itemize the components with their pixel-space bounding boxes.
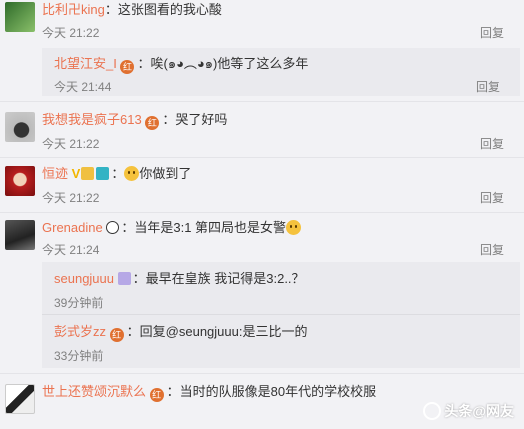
verified-v-icon: V [71,166,81,181]
divider [42,314,520,315]
colon: ： [111,166,125,181]
avatar[interactable] [5,2,35,32]
colon: ： [132,271,146,286]
reply-button[interactable]: 回复 [480,189,504,206]
watermark: 头条@网友 [423,401,514,421]
username-link[interactable]: 恒迹 [42,166,68,181]
colon: ： [121,220,135,235]
camera-icon [96,167,110,180]
comment-1: 比利卍king：这张图看的我心酸 今天 21:22 回复 [0,0,524,48]
badge-icon: 红 [149,388,164,402]
reply-button[interactable]: 回复 [480,24,504,41]
badge-icon: 红 [145,116,160,130]
subreply-text: 回复@seungjuuu:是三比一的 [139,324,308,339]
divider [0,373,524,374]
divider [0,212,524,213]
comment-4: Grenadine ：当年是3:1 第四局也是女警 今天 21:24 回复 [0,214,524,262]
comment-text: 当时的队服像是80年代的学校校服 [179,384,377,399]
subreply-box-1: 北望江安_I 红：唉(๑◕︵◕๑)他等了这么多年 今天 21:44 回复 [42,48,520,96]
member-icon [117,272,131,285]
username-link[interactable]: 世上还赞颂沉默么 [42,384,146,399]
timestamp: 39分钟前 [54,296,104,310]
badge-icon: 红 [120,60,135,74]
comment-line: 我想我是疯子613 红：哭了好吗 [42,112,227,130]
panda-icon [106,221,120,234]
comment-3: 恒迹 V ： 你做到了 今天 21:22 回复 [0,160,524,212]
timestamp: 今天 21:24 [42,243,100,257]
comment-text: 这张图看的我心酸 [117,2,222,17]
colon: ： [162,112,176,127]
colon: ： [104,2,118,17]
comment-text: 当年是3:1 第四局也是女警 [134,220,287,235]
subreply-text: 唉(๑◕︵◕๑)他等了这么多年 [150,56,309,71]
username-link[interactable]: Grenadine [42,220,103,235]
crying-emoji-icon [124,166,140,181]
subreply-line: seungjuuu ：最早在皇族 我记得是3:2..？ [54,271,305,287]
subreply-line: 彭式岁zz 红：回复@seungjuuu:是三比一的 [54,324,307,342]
laughing-emoji-icon [286,220,302,235]
vip-icon [81,167,95,180]
subreply-line: 北望江安_I 红：唉(๑◕︵◕๑)他等了这么多年 [54,56,308,74]
comment-line: 恒迹 V ： 你做到了 [42,166,191,182]
timestamp: 33分钟前 [54,349,104,363]
comment-line: Grenadine ：当年是3:1 第四局也是女警 [42,220,302,236]
timestamp: 今天 21:22 [42,137,100,151]
avatar[interactable] [5,112,35,142]
subreply-box-2: seungjuuu ：最早在皇族 我记得是3:2..？ 39分钟前 彭式岁zz … [42,262,520,368]
colon: ： [126,324,140,339]
comment-text: 你做到了 [139,166,192,181]
username-link[interactable]: 彭式岁zz [54,324,106,339]
comment-line: 比利卍king：这张图看的我心酸 [42,2,222,18]
timestamp: 今天 21:22 [42,26,100,40]
colon: ： [137,56,151,71]
watermark-text: 头条@网友 [444,403,514,419]
username-link[interactable]: 北望江安_I [54,56,117,71]
subreply-text: 最早在皇族 我记得是3:2..？ [145,271,305,286]
comment-text: 哭了好吗 [175,112,228,127]
timestamp: 今天 21:44 [54,80,112,94]
avatar[interactable] [5,166,35,196]
username-link[interactable]: 我想我是疯子613 [42,112,142,127]
reply-button[interactable]: 回复 [480,135,504,152]
divider [0,101,524,102]
divider [0,157,524,158]
username-link[interactable]: seungjuuu [54,271,114,286]
avatar[interactable] [5,220,35,250]
colon: ： [166,384,180,399]
comment-2: 我想我是疯子613 红：哭了好吗 今天 21:22 回复 [0,106,524,158]
avatar[interactable] [5,384,35,414]
badge-icon: 红 [109,328,124,342]
username-link[interactable]: 比利卍king [42,2,105,17]
comment-line: 世上还赞颂沉默么 红：当时的队服像是80年代的学校校服 [42,384,376,402]
reply-button[interactable]: 回复 [476,78,500,95]
timestamp: 今天 21:22 [42,191,100,205]
reply-button[interactable]: 回复 [480,241,504,258]
watermark-logo-icon [423,402,442,420]
